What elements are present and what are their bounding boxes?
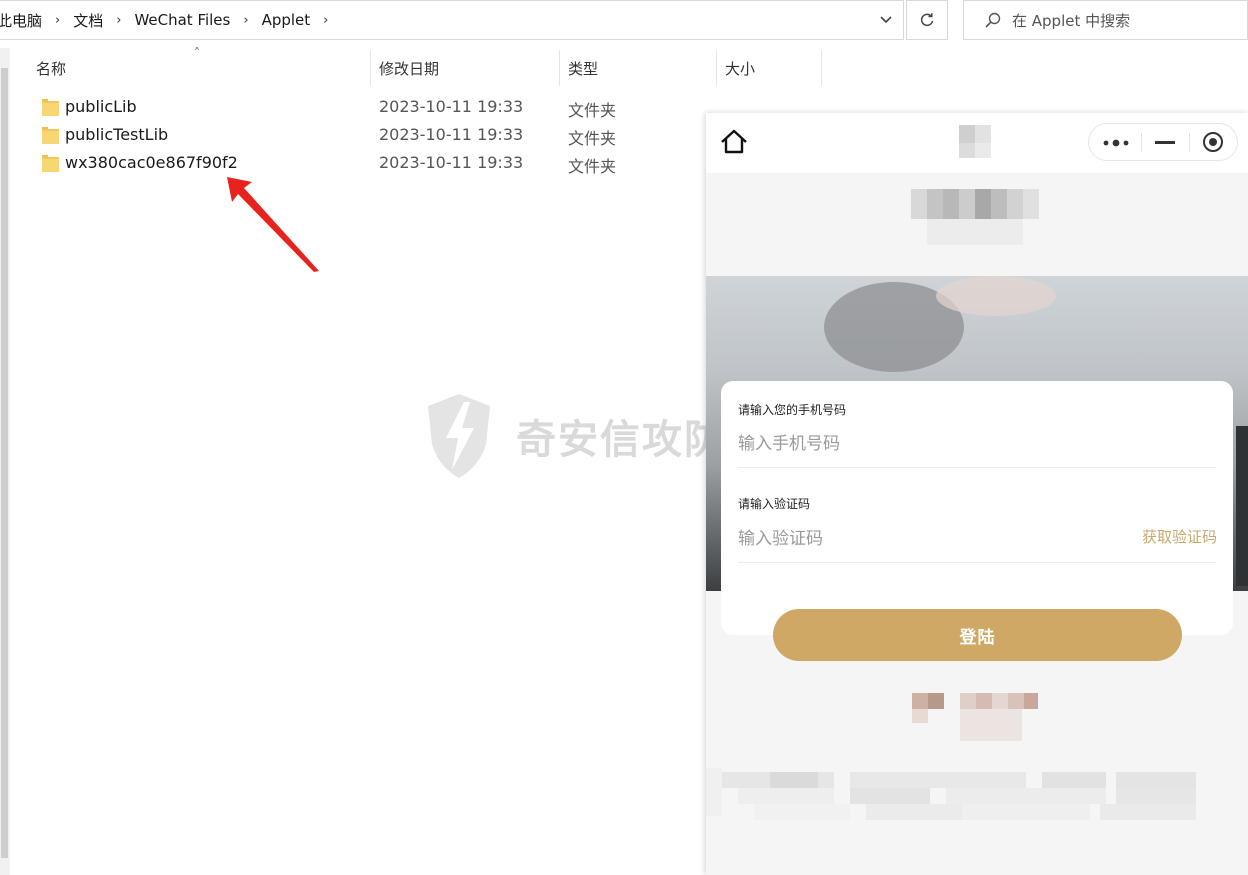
home-icon[interactable]	[720, 129, 748, 155]
pixelated-title	[975, 143, 991, 158]
file-row[interactable]: wx380cac0e867f90f2 2023-10-11 19:33 文件夹	[36, 150, 676, 176]
field-divider	[738, 467, 1216, 468]
chevron-right-icon[interactable]: ›	[243, 13, 248, 28]
file-type: 文件夹	[568, 157, 617, 176]
miniprogram-window: 请输入您的手机号码 输入手机号码 请输入验证码 输入验证码 获取验证码 登陆	[706, 113, 1248, 875]
capsule-divider	[1141, 133, 1142, 152]
file-row[interactable]: publicTestLib 2023-10-11 19:33 文件夹	[36, 122, 676, 148]
pixelated-title	[959, 125, 975, 143]
file-modified: 2023-10-11 19:33	[379, 153, 524, 172]
column-header-modified-label: 修改日期	[379, 59, 440, 78]
file-type: 文件夹	[568, 101, 617, 120]
get-code-button[interactable]: 获取验证码	[1142, 526, 1217, 547]
column-header-size-label: 大小	[725, 59, 756, 78]
folder-icon	[42, 155, 59, 172]
chevron-right-icon[interactable]: ›	[323, 13, 328, 28]
column-header-modified[interactable]: 修改日期	[379, 50, 559, 86]
miniprogram-navbar	[706, 113, 1248, 173]
lightning-shield-icon	[428, 394, 490, 478]
column-divider[interactable]	[716, 50, 717, 86]
breadcrumb-wechat-files[interactable]: WeChat Files	[134, 11, 230, 29]
code-label: 请输入验证码	[738, 497, 811, 511]
chevron-right-icon[interactable]: ›	[116, 13, 121, 28]
column-header-size[interactable]: 大小	[725, 50, 821, 86]
file-modified: 2023-10-11 19:33	[379, 97, 524, 116]
column-divider[interactable]	[821, 50, 822, 86]
pixelated-title	[959, 143, 975, 158]
file-row[interactable]: publicLib 2023-10-11 19:33 文件夹	[36, 94, 676, 120]
more-options-icon[interactable]	[1103, 139, 1131, 147]
phone-label: 请输入您的手机号码	[738, 403, 847, 417]
chevron-right-icon[interactable]: ›	[55, 13, 60, 28]
address-bar[interactable]: 此电脑 › 文档 › WeChat Files › Applet ›	[0, 0, 904, 40]
login-form-card: 请输入您的手机号码 输入手机号码 请输入验证码 输入验证码 获取验证码	[721, 381, 1233, 635]
search-placeholder: 在 Applet 中搜索	[1012, 11, 1131, 30]
login-button[interactable]: 登陆	[773, 609, 1182, 661]
folder-icon	[42, 127, 59, 144]
address-history-dropdown[interactable]	[869, 1, 903, 39]
column-header-type-label: 类型	[568, 59, 599, 78]
annotation-arrow-icon	[227, 177, 319, 272]
breadcrumb-applet[interactable]: Applet	[262, 11, 311, 29]
file-modified: 2023-10-11 19:33	[379, 125, 524, 144]
file-name[interactable]: publicTestLib	[65, 125, 168, 144]
search-icon	[985, 12, 1001, 28]
column-header-type[interactable]: 类型	[568, 50, 716, 86]
capsule-divider	[1189, 133, 1190, 152]
scrollbar-thumb[interactable]	[1, 68, 8, 858]
column-divider[interactable]	[370, 50, 371, 86]
breadcrumb-documents[interactable]: 文档	[73, 10, 103, 31]
capsule-menu[interactable]	[1088, 123, 1238, 161]
phone-input[interactable]: 输入手机号码	[738, 429, 840, 454]
field-divider	[738, 562, 1216, 563]
pixelated-title	[975, 125, 991, 143]
minimize-icon[interactable]	[1155, 141, 1175, 145]
folder-icon	[42, 99, 59, 116]
column-header-name[interactable]: 名称	[36, 50, 370, 86]
column-header-name-label: 名称	[36, 59, 67, 78]
navigation-pane-scrollbar[interactable]	[0, 48, 10, 875]
breadcrumb-this-pc[interactable]: 此电脑	[0, 10, 42, 31]
file-name[interactable]: publicLib	[65, 97, 137, 116]
search-input[interactable]: 在 Applet 中搜索	[963, 0, 1248, 40]
refresh-button[interactable]	[906, 0, 948, 40]
code-input[interactable]: 输入验证码	[738, 524, 823, 549]
refresh-icon	[920, 13, 934, 27]
chevron-down-icon	[880, 16, 892, 24]
file-type: 文件夹	[568, 129, 617, 148]
column-divider[interactable]	[559, 50, 560, 86]
file-name[interactable]: wx380cac0e867f90f2	[65, 153, 238, 172]
close-circle-icon[interactable]	[1202, 131, 1224, 153]
